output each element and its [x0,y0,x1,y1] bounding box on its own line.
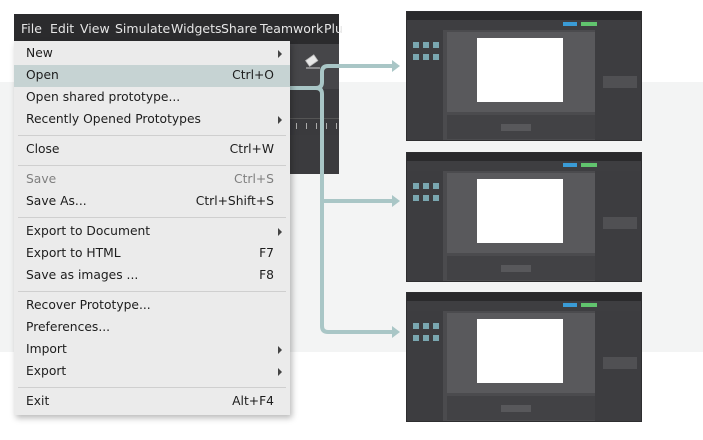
prototype-window-thumbnail [406,152,642,282]
menu-item-export[interactable]: Export [14,361,290,383]
menu-item-close[interactable]: Close Ctrl+W [14,139,290,161]
menu-item-shortcut: F8 [259,268,274,282]
menu-item-export-html[interactable]: Export to HTML F7 [14,243,290,265]
menu-separator [18,291,286,292]
menu-item-shortcut: Ctrl+O [232,68,274,82]
menu-item-label: Export to Document [26,224,151,238]
submenu-arrow-icon [278,50,282,58]
menu-item-label: Open shared prototype... [26,90,181,104]
menu-item-shortcut: Ctrl+S [234,172,274,186]
menu-separator [18,387,286,388]
menu-separator [18,165,286,166]
menu-item-label: Exit [26,394,50,408]
menu-item-save: Save Ctrl+S [14,169,290,191]
menu-item-label: Export to HTML [26,246,121,260]
menu-item-open-shared[interactable]: Open shared prototype... [14,87,290,109]
prototype-window-thumbnail [406,11,642,141]
menu-item-open[interactable]: Open Ctrl+O [14,65,290,87]
menu-item-label: Preferences... [26,320,111,334]
menu-item-label: Recover Prototype... [26,298,151,312]
menu-item-label: Open [26,68,59,82]
menu-separator [18,135,286,136]
menu-item-label: New [26,46,53,60]
menu-item-label: Save as images ... [26,268,139,282]
menu-item-label: Recently Opened Prototypes [26,112,201,126]
menu-item-save-as[interactable]: Save As... Ctrl+Shift+S [14,191,290,213]
menu-item-new[interactable]: New [14,43,290,65]
menu-item-label: Import [26,342,67,356]
menu-item-shortcut: Alt+F4 [232,394,274,408]
file-menu: New Open Ctrl+O Open shared prototype...… [14,41,290,415]
menu-item-exit[interactable]: Exit Alt+F4 [14,391,290,413]
menu-item-label: Save As... [26,194,87,208]
menu-item-shortcut: F7 [259,246,274,260]
submenu-arrow-icon [278,368,282,376]
menu-item-preferences[interactable]: Preferences... [14,317,290,339]
submenu-arrow-icon [278,346,282,354]
menu-item-import[interactable]: Import [14,339,290,361]
menu-item-recent[interactable]: Recently Opened Prototypes [14,109,290,131]
menu-item-recover[interactable]: Recover Prototype... [14,295,290,317]
menu-item-label: Export [26,364,67,378]
arrow-right-icon [392,326,400,338]
menu-item-shortcut: Ctrl+Shift+S [195,194,274,208]
submenu-arrow-icon [278,116,282,124]
submenu-arrow-icon [278,228,282,236]
menu-item-label: Save [26,172,57,186]
menu-separator [18,217,286,218]
menu-item-save-images[interactable]: Save as images ... F8 [14,265,290,287]
arrow-right-icon [392,60,400,72]
menu-item-shortcut: Ctrl+W [229,142,274,156]
menu-item-export-document[interactable]: Export to Document [14,221,290,243]
menu-item-label: Close [26,142,60,156]
prototype-window-thumbnail [406,292,642,422]
arrow-right-icon [392,195,400,207]
